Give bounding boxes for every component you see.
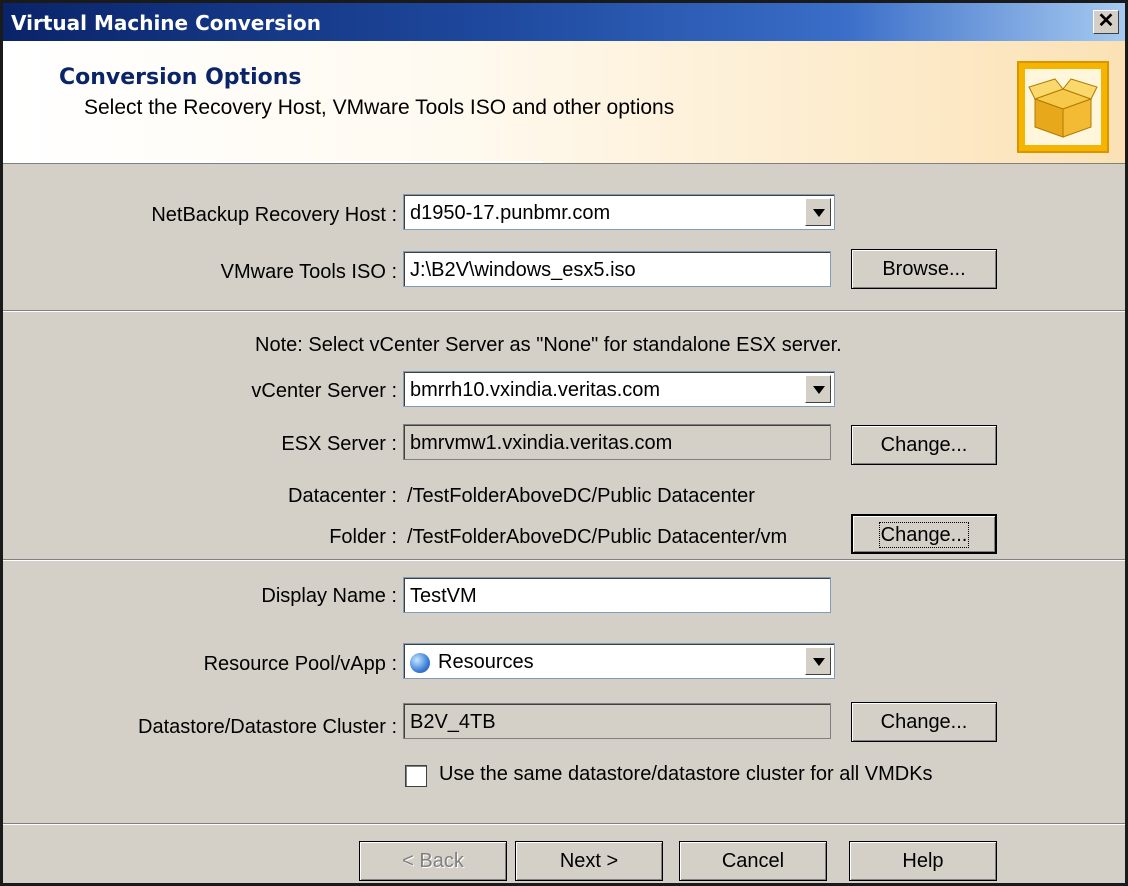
separator [3, 823, 1125, 825]
change-folder-button[interactable]: Change... [851, 514, 997, 554]
datastore-value: B2V_4TB [410, 711, 496, 733]
chevron-down-icon[interactable] [805, 647, 831, 675]
same-datastore-label[interactable]: Use the same datastore/datastore cluster… [439, 763, 933, 786]
vcenter-label: vCenter Server : [251, 380, 397, 402]
next-button[interactable]: Next > [515, 841, 663, 881]
page-title: Conversion Options [59, 65, 302, 90]
page-subtitle: Select the Recovery Host, VMware Tools I… [84, 96, 675, 119]
help-button[interactable]: Help [849, 841, 997, 881]
recovery-host-combo[interactable]: d1950-17.punbmr.com [403, 194, 835, 230]
title-bar[interactable]: Virtual Machine Conversion ✕ [3, 3, 1125, 41]
datastore-field: B2V_4TB [403, 703, 831, 739]
chevron-down-icon[interactable] [805, 198, 831, 226]
display-name-label: Display Name : [261, 585, 397, 607]
tools-iso-value: J:\B2V\windows_esx5.iso [410, 259, 636, 281]
recovery-host-label: NetBackup Recovery Host : [151, 204, 397, 226]
back-button[interactable]: < Back [359, 841, 507, 881]
resource-pool-label: Resource Pool/vApp : [203, 653, 397, 675]
same-datastore-checkbox[interactable] [405, 765, 427, 787]
folder-value: /TestFolderAboveDC/Public Datacenter/vm [407, 526, 788, 548]
change-esx-button[interactable]: Change... [851, 425, 997, 465]
vcenter-combo[interactable]: bmrrh10.vxindia.veritas.com [403, 371, 835, 407]
header-banner: Conversion Options Select the Recovery H… [3, 41, 1125, 164]
tools-iso-input[interactable]: J:\B2V\windows_esx5.iso [403, 251, 831, 287]
display-name-input[interactable]: TestVM [403, 577, 831, 613]
esx-label: ESX Server : [281, 433, 397, 455]
display-name-value: TestVM [410, 585, 477, 607]
banner-divider [3, 161, 543, 163]
separator [3, 559, 1125, 561]
close-button[interactable]: ✕ [1093, 10, 1119, 34]
recovery-host-value: d1950-17.punbmr.com [410, 202, 611, 224]
separator [3, 310, 1125, 312]
browse-button[interactable]: Browse... [851, 249, 997, 289]
window-title: Virtual Machine Conversion [11, 11, 321, 35]
resource-pool-value: Resources [438, 651, 534, 673]
esx-value: bmrvmw1.vxindia.veritas.com [410, 432, 673, 454]
folder-label: Folder : [329, 526, 397, 548]
tools-iso-label: VMware Tools ISO : [220, 261, 397, 283]
conversion-dialog: Virtual Machine Conversion ✕ Conversion … [0, 0, 1128, 886]
esx-field: bmrvmw1.vxindia.veritas.com [403, 424, 831, 460]
vcenter-value: bmrrh10.vxindia.veritas.com [410, 379, 661, 401]
cancel-button[interactable]: Cancel [679, 841, 827, 881]
datacenter-value: /TestFolderAboveDC/Public Datacenter [407, 485, 755, 507]
resource-pool-icon [410, 652, 430, 673]
change-datastore-button[interactable]: Change... [851, 702, 997, 742]
vcenter-note: Note: Select vCenter Server as "None" fo… [255, 334, 842, 356]
chevron-down-icon[interactable] [805, 375, 831, 403]
datastore-label: Datastore/Datastore Cluster : [138, 716, 397, 738]
datacenter-label: Datacenter : [288, 485, 397, 507]
resource-pool-combo[interactable]: Resources [403, 643, 835, 679]
package-box-icon [1017, 61, 1109, 153]
